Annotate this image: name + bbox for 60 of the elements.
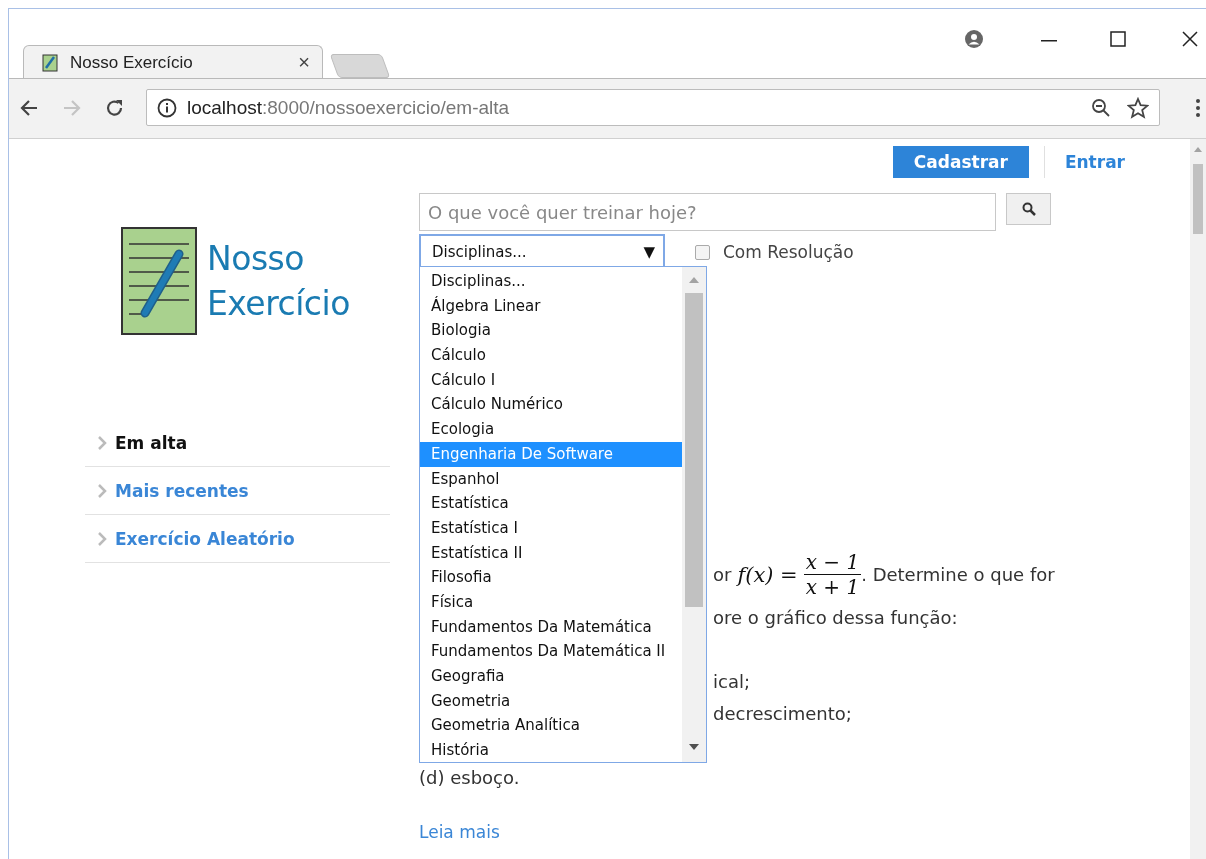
bookmark-star-icon[interactable] bbox=[1127, 96, 1149, 119]
maximize-icon[interactable] bbox=[1110, 31, 1126, 47]
back-icon[interactable] bbox=[19, 98, 39, 118]
dropdown-option[interactable]: História bbox=[420, 738, 682, 763]
scroll-down-icon[interactable] bbox=[689, 744, 699, 750]
dropdown-option[interactable]: Cálculo I bbox=[420, 367, 682, 393]
browser-tab[interactable]: Nosso Exercício × bbox=[23, 45, 323, 79]
reload-icon[interactable] bbox=[105, 98, 125, 118]
exercise-text: . Determine o que for bbox=[861, 562, 1055, 587]
scrollbar[interactable] bbox=[682, 267, 706, 762]
chevron-icon bbox=[97, 435, 107, 450]
dropdown-option[interactable]: Espanhol bbox=[420, 466, 682, 492]
dropdown-option[interactable]: Estatística I bbox=[420, 515, 682, 541]
exercise-text: or bbox=[713, 562, 732, 587]
checkbox-label: Com Resolução bbox=[723, 242, 854, 262]
exercise-text: ical; bbox=[713, 671, 750, 692]
search-icon bbox=[1021, 202, 1036, 216]
search-field[interactable]: O que você quer treinar hoje? bbox=[419, 193, 996, 231]
dropdown-option[interactable]: Filosofia bbox=[420, 565, 682, 590]
login-link[interactable]: Entrar bbox=[1064, 152, 1125, 172]
dropdown-option[interactable]: Cálculo bbox=[420, 343, 682, 368]
dropdown-option[interactable]: Ecologia bbox=[420, 417, 682, 442]
dropdown-option[interactable]: Álgebra Linear bbox=[420, 293, 682, 319]
zoom-out-icon[interactable] bbox=[1091, 97, 1111, 118]
dropdown-option[interactable]: Estatística bbox=[420, 491, 682, 516]
close-tab-button[interactable]: × bbox=[298, 51, 310, 74]
read-more-link[interactable]: Leia mais bbox=[419, 822, 500, 842]
chevron-icon bbox=[97, 483, 107, 498]
info-icon[interactable] bbox=[157, 97, 177, 118]
nav-link[interactable]: Em alta bbox=[85, 419, 390, 467]
notepad-icon bbox=[42, 53, 58, 72]
account-icon[interactable] bbox=[964, 29, 984, 49]
checkbox[interactable] bbox=[695, 244, 710, 260]
dropdown-option[interactable]: Estatística II bbox=[420, 540, 682, 566]
dropdown-option[interactable]: Cálculo Numérico bbox=[420, 392, 682, 418]
dropdown-option[interactable]: Biologia bbox=[420, 318, 682, 344]
dropdown-option[interactable]: Disciplinas... bbox=[420, 269, 682, 294]
scrollbar-thumb[interactable] bbox=[685, 293, 703, 607]
register-button[interactable]: Cadastrar bbox=[892, 146, 1029, 178]
url-text: localhost:8000/nossoexercicio/em-alta bbox=[187, 96, 511, 119]
search-button[interactable] bbox=[1006, 193, 1051, 225]
dropdown-option[interactable]: Geografia bbox=[420, 664, 682, 689]
site-logo-text: Nosso Exercício bbox=[207, 238, 350, 325]
dropdown-option[interactable]: Geometria Analítica bbox=[420, 713, 682, 739]
dropdown-option[interactable]: Fundamentos Da Matemática II bbox=[420, 639, 682, 664]
exercise-text: decrescimento; bbox=[713, 703, 852, 724]
dropdown-option[interactable]: Física bbox=[420, 589, 682, 615]
nav-link[interactable]: Exercício Aleatório bbox=[85, 515, 390, 563]
scrollbar-thumb[interactable] bbox=[1193, 164, 1203, 234]
nav-link[interactable]: Mais recentes bbox=[85, 467, 390, 515]
address-bar[interactable]: localhost:8000/nossoexercicio/em-alta bbox=[146, 89, 1160, 126]
close-icon[interactable] bbox=[1182, 31, 1198, 47]
menu-icon[interactable] bbox=[1196, 98, 1200, 118]
dropdown-option[interactable]: Fundamentos Da Matemática bbox=[420, 614, 682, 640]
minimize-icon[interactable] bbox=[1041, 39, 1057, 43]
exercise-text: (d) esboço. bbox=[419, 767, 520, 788]
chevron-icon bbox=[97, 531, 107, 546]
dropdown-option[interactable]: Geometria bbox=[420, 688, 682, 714]
page-scrollbar[interactable] bbox=[1190, 139, 1206, 859]
exercise-text: ore o gráfico dessa função: bbox=[713, 607, 958, 628]
